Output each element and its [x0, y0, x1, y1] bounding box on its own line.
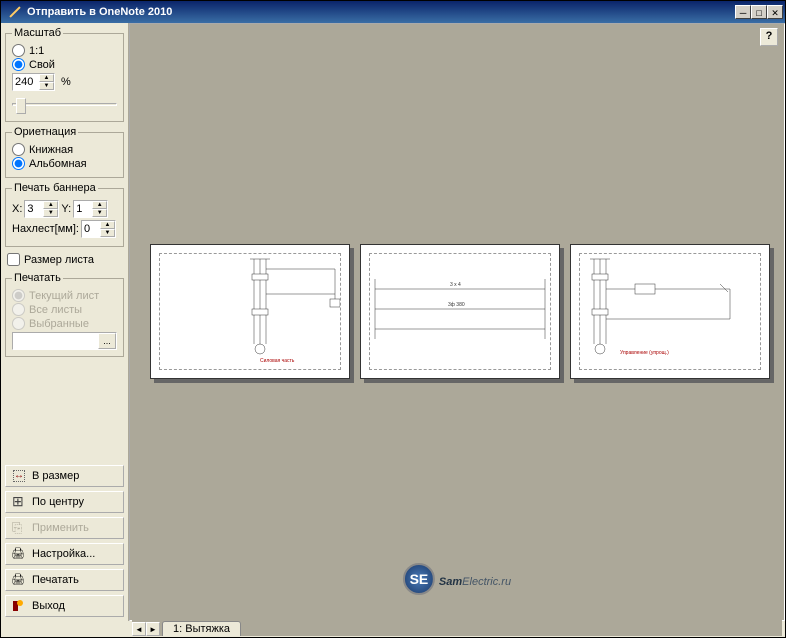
window-title: Отправить в OneNote 2010: [27, 6, 735, 18]
watermark-text: SamElectric.ru: [439, 569, 511, 590]
banner-group: Печать баннера X: ▲▼ Y: ▲▼ Нахлест[мм]: …: [5, 182, 124, 247]
banner-legend: Печать баннера: [12, 182, 98, 194]
landscape-radio[interactable]: Альбомная: [12, 157, 117, 170]
spin-up-icon[interactable]: ▲: [39, 74, 54, 82]
tab-scroll-left-button[interactable]: ◄: [132, 622, 146, 636]
fit-icon: [11, 468, 27, 484]
print-group: Печатать Текущий лист Все листы Выбранны…: [5, 272, 124, 357]
sheet-tab[interactable]: 1: Вытяжка: [162, 621, 241, 636]
scale-custom-radio[interactable]: Свой: [12, 58, 117, 71]
orientation-group: Ориетнация Книжная Альбомная: [5, 126, 124, 178]
page-thumbnail[interactable]: 3 x 4 3ф 380: [360, 244, 560, 379]
scale-11-radio[interactable]: 1:1: [12, 44, 117, 57]
svg-text:3 x 4: 3 x 4: [450, 282, 461, 288]
printer-icon: [11, 546, 27, 562]
print-button[interactable]: Печатать: [5, 569, 124, 591]
print-legend: Печатать: [12, 272, 63, 284]
x-spinner[interactable]: ▲▼: [24, 200, 59, 218]
tab-bar: ◄ ► 1: Вытяжка: [132, 618, 782, 636]
orientation-legend: Ориетнация: [12, 126, 78, 138]
scale-value-spinner[interactable]: ▲▼: [12, 73, 55, 91]
tab-scroll-right-button[interactable]: ►: [146, 622, 160, 636]
exit-button[interactable]: Выход: [5, 595, 124, 617]
watermark-badge: SE: [403, 563, 435, 595]
titlebar: Отправить в OneNote 2010 — ☐ ✕: [1, 1, 785, 23]
center-icon: [11, 494, 27, 510]
sheet-size-label: Размер листа: [24, 254, 94, 266]
fit-button[interactable]: В размер: [5, 465, 124, 487]
help-button[interactable]: ?: [760, 28, 778, 46]
svg-text:Силовая часть: Силовая часть: [260, 358, 295, 364]
sidebar: Масштаб 1:1 Свой ▲▼ % Ориетнация Книжная…: [1, 23, 129, 621]
overlap-label: Нахлест[мм]:: [12, 223, 79, 235]
print-all-radio[interactable]: Все листы: [12, 303, 117, 316]
print-current-radio[interactable]: Текущий лист: [12, 289, 117, 302]
watermark: SE SamElectric.ru: [403, 563, 511, 595]
y-label: Y:: [61, 203, 71, 215]
preview-area: ? Силовая: [129, 23, 785, 621]
app-icon: [7, 4, 23, 20]
x-label: X:: [12, 203, 22, 215]
printer-icon: [11, 572, 27, 588]
exit-icon: [11, 598, 27, 614]
portrait-radio[interactable]: Книжная: [12, 143, 117, 156]
y-spinner[interactable]: ▲▼: [73, 200, 108, 218]
print-selected-radio[interactable]: Выбранные: [12, 317, 117, 330]
sheet-size-checkbox[interactable]: [7, 253, 20, 266]
page-thumbnail[interactable]: Управление (упрощ.): [570, 244, 770, 379]
maximize-button[interactable]: ☐: [751, 5, 767, 19]
setup-button[interactable]: Настройка...: [5, 543, 124, 565]
print-range-input[interactable]: ...: [12, 332, 117, 350]
percent-label: %: [61, 76, 71, 88]
spin-down-icon[interactable]: ▼: [39, 82, 54, 90]
scale-legend: Масштаб: [12, 27, 63, 39]
page-thumbnail[interactable]: Силовая часть: [150, 244, 350, 379]
svg-text:3ф 380: 3ф 380: [448, 302, 465, 308]
center-button[interactable]: По центру: [5, 491, 124, 513]
page-thumbnails: Силовая часть 3 x 4 3ф 380: [150, 244, 770, 379]
browse-button[interactable]: ...: [98, 333, 116, 349]
apply-icon: [11, 520, 27, 536]
svg-text:Управление (упрощ.): Управление (упрощ.): [620, 350, 669, 356]
minimize-button[interactable]: —: [735, 5, 751, 19]
close-button[interactable]: ✕: [767, 5, 783, 19]
apply-button: Применить: [5, 517, 124, 539]
scale-slider[interactable]: [12, 95, 117, 115]
scale-group: Масштаб 1:1 Свой ▲▼ %: [5, 27, 124, 122]
overlap-spinner[interactable]: ▲▼: [81, 220, 116, 238]
